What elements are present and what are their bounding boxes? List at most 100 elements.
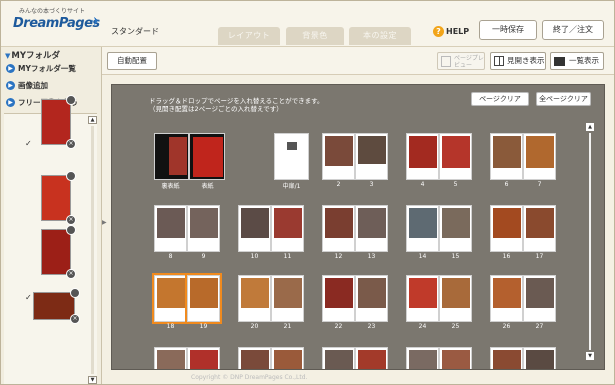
tab-background-color[interactable]: 背景色 bbox=[286, 27, 344, 45]
grid-view-label: 一覧表示 bbox=[569, 56, 599, 65]
sidebar: ▼MYフォルダ ▶MYフォルダ一覧 ▶画像追加 ▶フリー画像を使う ▲ ▼ × … bbox=[1, 47, 102, 384]
page-thumbnail[interactable] bbox=[406, 133, 439, 180]
page-thumbnail[interactable] bbox=[154, 133, 189, 180]
page-thumbnail[interactable] bbox=[439, 275, 472, 322]
finish-order-button[interactable]: 終了／注文 bbox=[542, 20, 604, 40]
dreampages-logo[interactable]: みんなの本づくりサイト DreamPages ✈ bbox=[11, 5, 103, 39]
collapse-sidebar-arrow[interactable]: ▶ bbox=[102, 219, 107, 226]
folder-title-label: MYフォルダ bbox=[11, 51, 61, 61]
page-thumbnail[interactable] bbox=[189, 133, 225, 180]
page-thumbnail[interactable] bbox=[271, 347, 304, 369]
folder-title[interactable]: ▼MYフォルダ bbox=[5, 49, 60, 61]
header: みんなの本づくりサイト DreamPages ✈ スタンダード レイアウト 背景… bbox=[1, 1, 614, 47]
page-preview-button[interactable]: ページプレビュー bbox=[437, 52, 485, 70]
delete-icon[interactable]: × bbox=[66, 139, 76, 149]
zoom-icon[interactable] bbox=[66, 171, 76, 181]
page-thumbnail[interactable] bbox=[154, 347, 187, 369]
page-thumbnail[interactable] bbox=[322, 347, 355, 369]
scroll-up-button[interactable]: ▲ bbox=[586, 123, 594, 131]
page-label: 裏表紙 bbox=[161, 183, 180, 190]
delete-icon[interactable]: × bbox=[66, 215, 76, 225]
page-list-panel: ドラッグ＆ドロップでページを入れ替えることができます。 （見開き配置は2ページご… bbox=[111, 84, 605, 370]
zoom-icon[interactable] bbox=[66, 95, 76, 105]
zoom-icon[interactable] bbox=[70, 288, 80, 298]
page-thumbnail[interactable] bbox=[274, 133, 309, 180]
page-thumbnail[interactable] bbox=[355, 133, 388, 180]
page-thumbnail[interactable] bbox=[355, 275, 388, 322]
scrollbar-track[interactable] bbox=[91, 126, 94, 374]
page-thumbnail[interactable] bbox=[406, 205, 439, 252]
page-thumbnail[interactable] bbox=[490, 347, 523, 369]
page-thumbnail[interactable] bbox=[238, 205, 271, 252]
check-icon: ✓ bbox=[25, 293, 32, 302]
scrollbar-track[interactable] bbox=[589, 133, 591, 350]
page-thumbnail[interactable] bbox=[187, 347, 220, 369]
folder-list-link[interactable]: ▶ MYフォルダ一覧 bbox=[6, 62, 76, 76]
page-thumbnail[interactable] bbox=[490, 133, 523, 180]
page-thumbnail[interactable] bbox=[406, 347, 439, 369]
instruction-line: ドラッグ＆ドロップでページを入れ替えることができます。 bbox=[149, 97, 324, 105]
page-thumbnail[interactable] bbox=[355, 347, 388, 369]
zoom-icon[interactable] bbox=[66, 225, 76, 235]
tab-book-settings[interactable]: 本の設定 bbox=[349, 27, 411, 45]
scroll-up-button[interactable]: ▲ bbox=[88, 116, 97, 124]
grid-view-button[interactable]: 一覧表示 bbox=[550, 52, 604, 70]
page-thumbnail[interactable] bbox=[523, 133, 556, 180]
mode-label: スタンダード bbox=[111, 27, 159, 36]
page-thumbnail[interactable] bbox=[322, 133, 355, 180]
page-thumbnail[interactable] bbox=[271, 205, 304, 252]
page-thumbnail[interactable] bbox=[322, 275, 355, 322]
page-thumbnail[interactable] bbox=[187, 205, 220, 252]
auto-layout-button[interactable]: 自動配置 bbox=[107, 52, 157, 70]
folder-image-thumbnail[interactable]: × bbox=[41, 95, 76, 149]
arrow-circle-icon: ▶ bbox=[6, 81, 15, 90]
spread-view-button[interactable]: 見開き表示 bbox=[490, 52, 546, 70]
check-icon: ✓ bbox=[25, 139, 32, 148]
page-thumbnail[interactable] bbox=[154, 205, 187, 252]
delete-icon[interactable]: × bbox=[66, 269, 76, 279]
folder-list-label: MYフォルダ一覧 bbox=[18, 64, 76, 73]
page-thumbnail[interactable] bbox=[523, 205, 556, 252]
page-label: 26 bbox=[502, 323, 511, 330]
page-label: 18 bbox=[166, 323, 175, 330]
folder-image-thumbnail[interactable]: × bbox=[41, 225, 76, 279]
page-label: 10 bbox=[250, 253, 259, 260]
page-thumbnail[interactable] bbox=[238, 275, 271, 322]
scroll-down-button[interactable]: ▼ bbox=[586, 352, 594, 360]
page-label: 8 bbox=[168, 253, 173, 260]
add-image-link[interactable]: ▶ 画像追加 bbox=[6, 79, 48, 93]
page-thumbnail[interactable] bbox=[439, 347, 472, 369]
page-clear-button[interactable]: ページクリア bbox=[471, 92, 529, 106]
paper-plane-icon: ✈ bbox=[91, 15, 101, 28]
page-thumbnail[interactable] bbox=[185, 273, 222, 324]
grid-view-icon bbox=[554, 57, 565, 66]
page-label: 5 bbox=[453, 181, 458, 188]
page-thumbnail[interactable] bbox=[439, 133, 472, 180]
folder-image-thumbnail[interactable]: × bbox=[33, 288, 80, 324]
save-button[interactable]: 一時保存 bbox=[479, 20, 537, 40]
page-thumbnail[interactable] bbox=[406, 275, 439, 322]
delete-icon[interactable]: × bbox=[70, 314, 80, 324]
add-image-label: 画像追加 bbox=[18, 81, 48, 90]
page-thumbnail[interactable] bbox=[238, 347, 271, 369]
page-label: 19 bbox=[199, 323, 208, 330]
logo-tagline: みんなの本づくりサイト bbox=[19, 8, 86, 15]
page-thumbnail[interactable] bbox=[523, 275, 556, 322]
scroll-down-button[interactable]: ▼ bbox=[88, 376, 97, 384]
all-pages-clear-button[interactable]: 全ページクリア bbox=[536, 92, 591, 106]
page-label: 24 bbox=[418, 323, 427, 330]
help-link[interactable]: ? HELP bbox=[433, 26, 469, 37]
main-toolbar: 自動配置 ページプレビュー 見開き表示 一覧表示 bbox=[102, 47, 614, 75]
page-label: 17 bbox=[535, 253, 544, 260]
triangle-down-icon: ▼ bbox=[5, 52, 11, 60]
page-thumbnail[interactable] bbox=[271, 275, 304, 322]
tab-layout[interactable]: レイアウト bbox=[218, 27, 280, 45]
page-thumbnail[interactable] bbox=[490, 275, 523, 322]
page-thumbnail[interactable] bbox=[152, 273, 189, 324]
page-thumbnail[interactable] bbox=[355, 205, 388, 252]
folder-image-thumbnail[interactable]: × bbox=[41, 171, 76, 225]
page-thumbnail[interactable] bbox=[322, 205, 355, 252]
page-thumbnail[interactable] bbox=[439, 205, 472, 252]
page-thumbnail[interactable] bbox=[490, 205, 523, 252]
page-thumbnail[interactable] bbox=[523, 347, 556, 369]
